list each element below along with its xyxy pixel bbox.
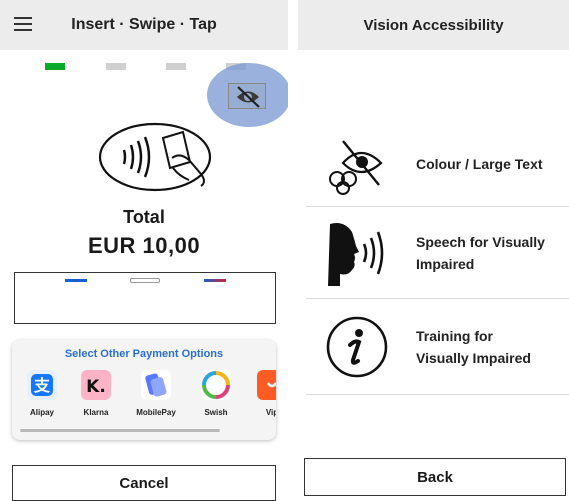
speech-option[interactable]: Speech for Visually Impaired [298, 210, 569, 296]
payment-screen: Insert · Swipe · Tap Total EUR 10,00 Sel… [0, 0, 288, 501]
separator [306, 394, 569, 395]
colour-blind-eye-icon [298, 133, 416, 195]
separator [306, 206, 569, 207]
other-payment-options: Select Other Payment Options 支 Alipay K.… [12, 340, 276, 440]
mobilepay-icon [141, 370, 171, 400]
payment-option-label: Vip [265, 408, 276, 417]
separator [306, 298, 569, 299]
speech-label: Speech for Visually Impaired [416, 234, 545, 272]
payment-option-label: Klarna [83, 408, 109, 417]
total-amount: EUR 10,00 [87, 233, 201, 258]
payment-option-swish[interactable]: Swish [194, 370, 238, 417]
training-option[interactable]: Training for Visually Impaired [298, 303, 569, 391]
progress-step-3 [166, 63, 186, 70]
accessibility-header: Vision Accessibility [298, 0, 569, 50]
cancel-button[interactable]: Cancel [12, 465, 276, 501]
progress-step-2 [106, 63, 126, 70]
payment-option-label: MobilePay [136, 408, 176, 417]
total-label: Total [123, 207, 165, 227]
colour-large-text-label: Colour / Large Text [416, 156, 543, 172]
klarna-icon: K. [81, 370, 111, 400]
strip-mark-blue [65, 279, 87, 282]
payment-option-label: Swish [204, 408, 228, 417]
information-icon [298, 314, 416, 380]
vision-accessibility-screen: Vision Accessibility Colour / Large Text [298, 0, 569, 501]
vipps-icon [257, 370, 276, 400]
screen-divider [288, 0, 298, 501]
payment-method-strip [14, 272, 276, 324]
payment-option-mobilepay[interactable]: MobilePay [134, 370, 178, 417]
back-button[interactable]: Back [304, 458, 566, 496]
eye-slash-icon [228, 83, 266, 109]
progress-step-1 [45, 63, 65, 70]
speaking-head-icon [298, 218, 416, 288]
options-scrollbar[interactable] [20, 429, 220, 432]
svg-text:K.: K. [86, 377, 106, 397]
hamburger-menu-icon[interactable] [14, 17, 32, 31]
contactless-card-icon [97, 120, 213, 194]
payment-option-klarna[interactable]: K. Klarna [74, 370, 118, 417]
payment-title: Insert · Swipe · Tap [71, 16, 217, 33]
colour-large-text-option[interactable]: Colour / Large Text [298, 122, 569, 206]
payment-option-alipay[interactable]: 支 Alipay [20, 370, 64, 417]
svg-text:支: 支 [33, 376, 51, 395]
other-payment-options-title: Select Other Payment Options [64, 348, 224, 360]
training-label: Training for Visually Impaired [416, 328, 531, 366]
payment-option-vipps[interactable]: Vip [250, 370, 276, 417]
strip-mark-cards [204, 279, 226, 282]
accessibility-title: Vision Accessibility [363, 16, 504, 34]
accessibility-button[interactable] [207, 63, 288, 127]
swish-icon [201, 370, 231, 400]
payment-header: Insert · Swipe · Tap [0, 0, 288, 50]
payment-option-label: Alipay [29, 408, 54, 417]
alipay-icon: 支 [27, 370, 57, 400]
strip-mark-card [130, 278, 160, 283]
